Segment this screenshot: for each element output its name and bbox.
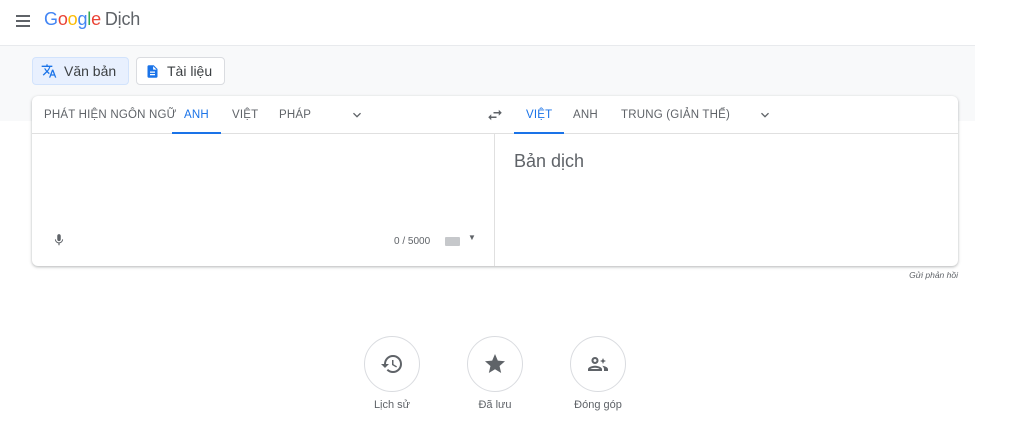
contribute-circle bbox=[570, 336, 626, 392]
source-tab-english[interactable]: ANH bbox=[172, 96, 221, 134]
language-bar: PHÁT HIỆN NGÔN NGỮ ANH VIỆT PHÁP VIỆT AN… bbox=[32, 96, 958, 134]
source-language-chevron-down-icon[interactable] bbox=[349, 107, 365, 123]
target-tab-english[interactable]: ANH bbox=[573, 96, 598, 134]
hamburger-menu-icon[interactable] bbox=[12, 10, 34, 32]
text-mode-button[interactable]: Văn bản bbox=[32, 57, 129, 85]
history-icon bbox=[381, 355, 402, 373]
star-icon bbox=[485, 354, 505, 373]
keyboard-icon[interactable] bbox=[445, 237, 460, 246]
contribute-icon bbox=[588, 357, 608, 371]
saved-button[interactable]: Đã lưu bbox=[455, 336, 535, 411]
app-header: Google Dịch bbox=[0, 0, 1024, 45]
document-mode-button[interactable]: Tài liệu bbox=[136, 57, 225, 85]
google-translate-logo[interactable]: Google Dịch bbox=[44, 9, 140, 30]
source-tab-french[interactable]: PHÁP bbox=[279, 96, 311, 134]
keyboard-dropdown-icon[interactable]: ▼ bbox=[468, 233, 476, 242]
document-icon bbox=[147, 64, 158, 78]
swap-languages-icon[interactable] bbox=[486, 106, 504, 124]
contribute-label: Đóng góp bbox=[574, 399, 622, 411]
panel-divider bbox=[494, 134, 495, 266]
target-tab-vietnamese[interactable]: VIỆT bbox=[513, 96, 565, 134]
history-button[interactable]: Lịch sử bbox=[352, 336, 432, 411]
source-tab-detect-language[interactable]: PHÁT HIỆN NGÔN NGỮ bbox=[44, 96, 177, 134]
document-mode-label: Tài liệu bbox=[167, 63, 213, 79]
translate-icon bbox=[41, 64, 57, 78]
target-language-chevron-down-icon[interactable] bbox=[757, 107, 773, 123]
translation-card: PHÁT HIỆN NGÔN NGỮ ANH VIỆT PHÁP VIỆT AN… bbox=[32, 96, 958, 266]
microphone-icon[interactable] bbox=[52, 231, 66, 249]
saved-circle bbox=[467, 336, 523, 392]
target-tab-chinese-simplified[interactable]: TRUNG (GIẢN THỂ) bbox=[621, 96, 730, 134]
character-count: 0 / 5000 bbox=[394, 236, 431, 247]
translation-output: Bản dịch bbox=[514, 151, 585, 171]
saved-label: Đã lưu bbox=[478, 399, 512, 411]
history-circle bbox=[364, 336, 420, 392]
text-mode-label: Văn bản bbox=[64, 63, 117, 79]
source-tab-vietnamese[interactable]: VIỆT bbox=[232, 96, 258, 134]
send-feedback-link[interactable]: Gửi phản hồi bbox=[880, 270, 958, 280]
product-name: Dịch bbox=[104, 9, 141, 29]
history-label: Lịch sử bbox=[373, 399, 411, 411]
contribute-button[interactable]: Đóng góp bbox=[558, 336, 638, 411]
